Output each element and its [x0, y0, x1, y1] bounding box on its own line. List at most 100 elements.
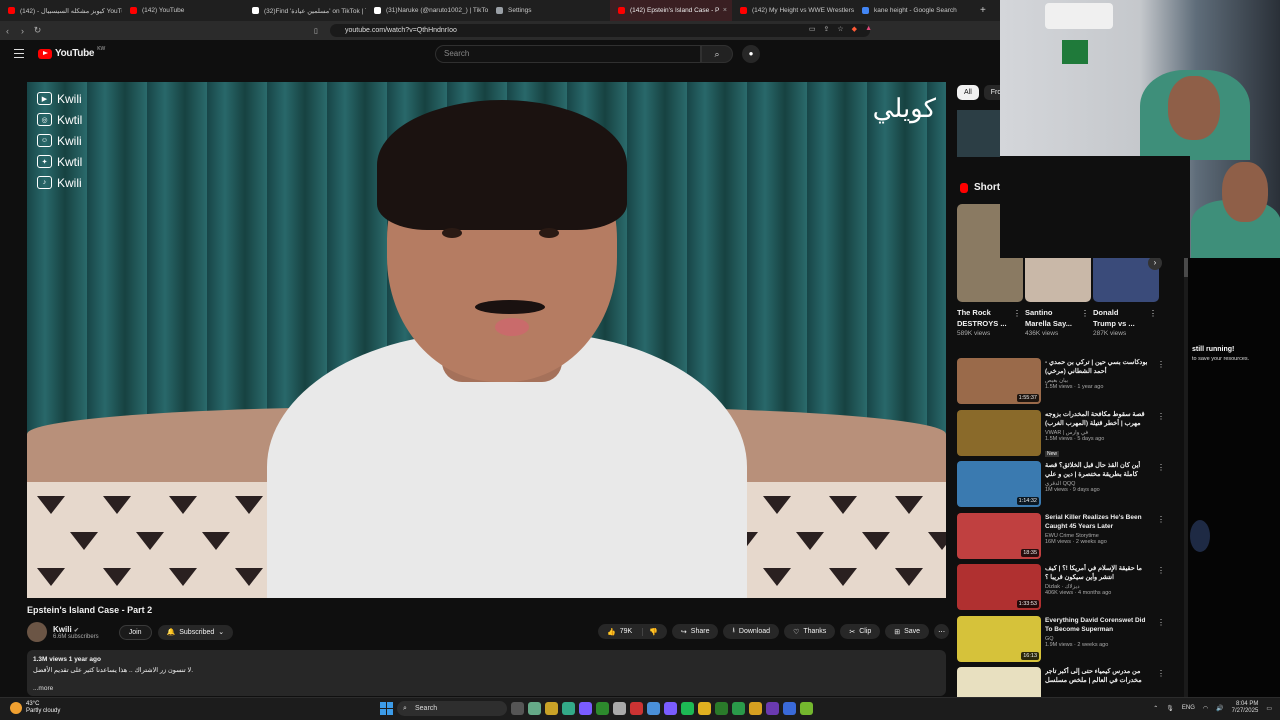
recommendation-item[interactable]: 16:13 Everything David Corenswet Did To … — [957, 615, 1165, 668]
rec-title[interactable]: Serial Killer Realizes He's Been Caught … — [1045, 513, 1153, 531]
taskbar-app-icon[interactable] — [647, 702, 660, 715]
weather-widget[interactable]: 43°C Partly cloudy — [10, 701, 60, 715]
video-thumbnail[interactable]: 18:35 — [957, 512, 1041, 559]
clock[interactable]: 8:04 PM 7/27/2025 — [1232, 701, 1259, 715]
download-button[interactable]: ⭳ Download — [723, 624, 780, 639]
browser-tab[interactable]: (142) YouTube — [122, 0, 244, 21]
browser-tab[interactable]: Settings — [488, 0, 610, 21]
rec-title[interactable]: أين كان القذ حال قبل الخلائق؟ قصة كاملة … — [1045, 461, 1153, 479]
new-tab-button[interactable]: + — [980, 5, 986, 16]
taskbar-app-icon[interactable] — [715, 702, 728, 715]
start-icon[interactable] — [380, 702, 393, 715]
browser-tab[interactable]: (142) Epstein's Island Case - P × — [610, 0, 732, 21]
cast-icon[interactable]: ▭ — [809, 25, 816, 33]
thanks-button[interactable]: ♡ Thanks — [784, 624, 836, 639]
video-thumbnail[interactable]: 1:14:32 — [957, 461, 1041, 507]
taskbar-app-icon[interactable] — [681, 702, 694, 715]
extension-icon[interactable]: ◆ — [852, 25, 857, 33]
browser-tab[interactable]: كيوبز مشكله السيسبيال - (142) YouTube — [0, 0, 122, 21]
channel-avatar[interactable] — [27, 622, 47, 642]
clip-button[interactable]: ✂ Clip — [840, 624, 881, 639]
browser-tab[interactable]: (142) My Height vs WWE Wrestlers — [732, 0, 854, 21]
mic-icon[interactable]: 🎙 — [1166, 705, 1174, 712]
share-button[interactable]: ↪ Share — [671, 624, 719, 639]
join-button[interactable]: Join — [118, 624, 152, 640]
video-thumbnail[interactable]: 1:55:37 — [957, 358, 1041, 404]
recommendation-item[interactable]: 1:33:53 ما حقيقة الإسلام في أمريكا !؟ | … — [957, 564, 1165, 616]
recommendation-item[interactable]: 1:14:32 أين كان القذ حال قبل الخلائق؟ قص… — [957, 461, 1165, 513]
save-button[interactable]: ⊞ Save — [885, 624, 930, 639]
reload-icon[interactable]: ↻ — [30, 25, 45, 36]
taskbar-app-icon[interactable] — [766, 702, 779, 715]
url-field[interactable]: ▯ youtube.com/watch?v=QthHndnrIoo — [314, 24, 870, 37]
rec-title[interactable]: قصة سقوط مكافحة المخدرات بزوجه مهرب | أخ… — [1045, 410, 1153, 428]
description-box[interactable]: 1.3M views 1 year ago لا تنسون زر الاشتر… — [27, 650, 946, 696]
recommendation-item[interactable]: 18:35 Serial Killer Realizes He's Been C… — [957, 512, 1165, 565]
lang-indicator[interactable]: ENG — [1182, 705, 1195, 711]
volume-icon[interactable]: 🔊 — [1216, 705, 1223, 712]
taskbar-app-icon[interactable] — [664, 702, 677, 715]
chip-all[interactable]: All — [957, 85, 979, 100]
browser-tab[interactable]: (32)Find 'مسلمين عيادة' on TikTok | Ti — [244, 0, 366, 21]
rec-title[interactable]: من مدرس كيمياء حتى إلى أكبر تاجر مخدرات … — [1045, 667, 1153, 685]
taskbar-app-icon[interactable] — [579, 702, 592, 715]
browser-tab[interactable]: kane height - Google Search — [854, 0, 976, 21]
more-icon[interactable]: ⋮ — [1157, 669, 1165, 678]
taskbar-app-icon[interactable] — [732, 702, 745, 715]
more-icon[interactable]: ⋮ — [1157, 360, 1165, 369]
star-icon[interactable]: ☆ — [837, 25, 843, 33]
recommendation-item[interactable]: 1:55:37 بودكاست بسي حين | تركي بن حمدي -… — [957, 358, 1165, 410]
share-icon[interactable]: ⇪ — [824, 25, 830, 33]
show-more-link[interactable]: ...more — [33, 685, 940, 692]
rec-title[interactable]: Everything David Corenswet Did To Become… — [1045, 616, 1153, 634]
subscribed-button[interactable]: 🔔 Subscribed ⌄ — [157, 624, 234, 640]
video-thumbnail[interactable] — [957, 409, 1041, 456]
browser-tab[interactable]: (31)Naruke (@naruto1002_) | TikTok — [366, 0, 488, 21]
chevron-up-icon[interactable]: ⌃ — [1153, 705, 1158, 712]
taskbar-app-icon[interactable] — [698, 702, 711, 715]
taskbar-app-icon[interactable] — [528, 702, 541, 715]
more-icon[interactable]: ⋮ — [1157, 412, 1165, 421]
like-button[interactable]: 👍 79K 👎 — [598, 624, 667, 639]
more-icon[interactable]: ⋮ — [1157, 463, 1165, 472]
menu-icon[interactable] — [14, 49, 24, 61]
taskbar-app-icon[interactable] — [596, 702, 609, 715]
taskbar-app-icon[interactable] — [613, 702, 626, 715]
shorts-next-button[interactable]: › — [1148, 256, 1162, 270]
more-icon[interactable]: ⋮ — [1149, 309, 1157, 318]
taskbar-search[interactable]: ⌕ Search — [397, 701, 507, 716]
video-thumbnail[interactable]: 16:13 — [957, 615, 1041, 662]
bookmark-icon[interactable]: ▯ — [314, 27, 318, 35]
taskbar-app-icon[interactable] — [783, 702, 796, 715]
sidebar-thumbnail[interactable] — [957, 110, 1002, 157]
taskbar-app-icon[interactable] — [545, 702, 558, 715]
taskbar-app-icon[interactable] — [562, 702, 575, 715]
forward-icon[interactable]: › — [15, 26, 30, 36]
wifi-icon[interactable]: ◠ — [1203, 705, 1208, 712]
taskbar-app-icon[interactable] — [630, 702, 643, 715]
search-button[interactable]: ⌕ — [701, 45, 733, 63]
notification-icon[interactable]: ▭ — [1266, 705, 1272, 712]
search-input[interactable]: Search — [435, 45, 701, 63]
taskbar-app-icon[interactable] — [749, 702, 762, 715]
back-icon[interactable]: ‹ — [0, 26, 15, 36]
more-icon[interactable]: ⋮ — [1157, 566, 1165, 575]
more-icon[interactable]: ⋮ — [1081, 309, 1089, 318]
video-player[interactable]: ▶ Kwili ◎ Kwtil ☺ Kwili ✦ Kwtil ♪ Kwili كويلي — [27, 82, 946, 598]
more-icon[interactable]: ⋮ — [1013, 309, 1021, 318]
video-thumbnail[interactable]: 1:33:53 — [957, 564, 1041, 610]
rec-title[interactable]: ما حقيقة الإسلام في أمريكا !؟ | كيف انتش… — [1045, 564, 1153, 582]
profile-icon[interactable]: ▲ — [865, 25, 872, 33]
close-icon[interactable]: × — [723, 7, 727, 14]
more-icon[interactable]: ⋮ — [1157, 515, 1165, 524]
channel-name[interactable]: Kwili ✔ — [53, 625, 99, 634]
recommendation-item[interactable]: قصة سقوط مكافحة المخدرات بزوجه مهرب | أخ… — [957, 409, 1165, 462]
youtube-logo[interactable]: YouTube KW — [38, 46, 105, 59]
taskbar-app-icon[interactable] — [511, 702, 524, 715]
more-icon[interactable]: ⋮ — [1157, 618, 1165, 627]
dislike-button[interactable]: 👎 — [642, 627, 658, 636]
rec-title[interactable]: بودكاست بسي حين | تركي بن حمدي - أحمد ال… — [1045, 358, 1153, 376]
more-actions-button[interactable]: ⋯ — [934, 624, 950, 639]
voice-search-button[interactable]: ● — [742, 45, 760, 63]
taskbar-app-icon[interactable] — [800, 702, 813, 715]
